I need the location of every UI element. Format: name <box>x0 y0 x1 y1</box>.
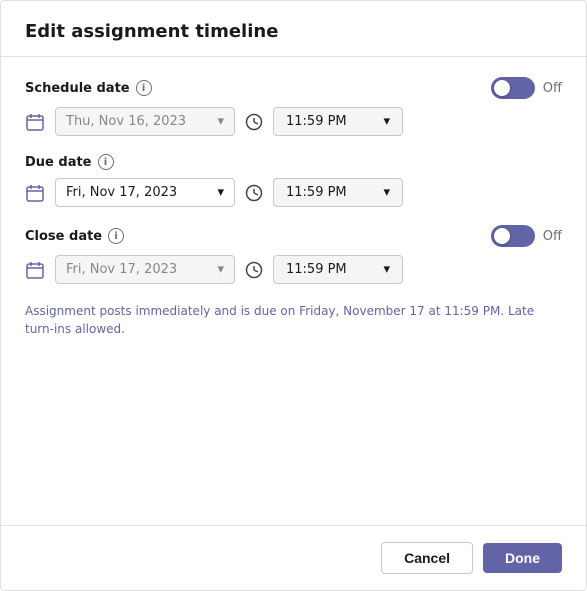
close-date-label-row: Close date i Off <box>25 225 562 247</box>
schedule-date-toggle-knob <box>494 80 510 96</box>
close-date-time-picker[interactable]: 11:59 PM ▾ <box>273 255 403 284</box>
dialog-title: Edit assignment timeline <box>25 21 562 42</box>
due-date-chevron-icon: ▾ <box>217 185 224 200</box>
close-date-section: Close date i Off <box>25 225 562 284</box>
schedule-date-clock-icon <box>245 113 263 131</box>
close-date-info-icon[interactable]: i <box>108 228 124 244</box>
schedule-date-toggle-label: Off <box>543 81 562 96</box>
schedule-date-section: Schedule date i Off <box>25 77 562 136</box>
close-date-calendar-icon <box>25 260 45 280</box>
cancel-button[interactable]: Cancel <box>381 542 473 574</box>
dialog-body: Schedule date i Off <box>1 57 586 525</box>
schedule-date-time-picker[interactable]: 11:59 PM ▾ <box>273 107 403 136</box>
schedule-date-time-chevron-icon: ▾ <box>383 114 390 129</box>
close-date-chevron-icon: ▾ <box>217 262 224 277</box>
due-date-picker[interactable]: Fri, Nov 17, 2023 ▾ <box>55 178 235 207</box>
close-date-label: Close date i <box>25 228 124 244</box>
close-date-toggle-knob <box>494 228 510 244</box>
due-date-label-row: Due date i <box>25 154 562 170</box>
dialog-header: Edit assignment timeline <box>1 1 586 57</box>
due-date-section: Due date i Fri, Nov 17, 2023 ▾ <box>25 154 562 207</box>
due-date-info-icon[interactable]: i <box>98 154 114 170</box>
due-date-time-chevron-icon: ▾ <box>383 185 390 200</box>
schedule-date-calendar-icon <box>25 112 45 132</box>
due-date-calendar-icon <box>25 183 45 203</box>
due-date-label: Due date i <box>25 154 114 170</box>
close-date-controls: Fri, Nov 17, 2023 ▾ 11:59 PM ▾ <box>25 255 562 284</box>
edit-assignment-dialog: Edit assignment timeline Schedule date i… <box>0 0 587 591</box>
due-date-time-picker[interactable]: 11:59 PM ▾ <box>273 178 403 207</box>
schedule-date-controls: Thu, Nov 16, 2023 ▾ 11:59 PM ▾ <box>25 107 562 136</box>
close-date-clock-icon <box>245 261 263 279</box>
schedule-date-toggle-row: Off <box>491 77 562 99</box>
due-date-controls: Fri, Nov 17, 2023 ▾ 11:59 PM ▾ <box>25 178 562 207</box>
close-date-toggle[interactable] <box>491 225 535 247</box>
close-date-toggle-row: Off <box>491 225 562 247</box>
done-button[interactable]: Done <box>483 543 562 573</box>
schedule-date-info-icon[interactable]: i <box>136 80 152 96</box>
close-date-picker[interactable]: Fri, Nov 17, 2023 ▾ <box>55 255 235 284</box>
close-date-time-chevron-icon: ▾ <box>383 262 390 277</box>
assignment-info-text: Assignment posts immediately and is due … <box>25 302 562 338</box>
schedule-date-label: Schedule date i <box>25 80 152 96</box>
schedule-date-label-row: Schedule date i Off <box>25 77 562 99</box>
dialog-footer: Cancel Done <box>1 525 586 590</box>
schedule-date-picker[interactable]: Thu, Nov 16, 2023 ▾ <box>55 107 235 136</box>
due-date-clock-icon <box>245 184 263 202</box>
close-date-toggle-label: Off <box>543 229 562 244</box>
schedule-date-toggle[interactable] <box>491 77 535 99</box>
schedule-date-chevron-icon: ▾ <box>217 114 224 129</box>
